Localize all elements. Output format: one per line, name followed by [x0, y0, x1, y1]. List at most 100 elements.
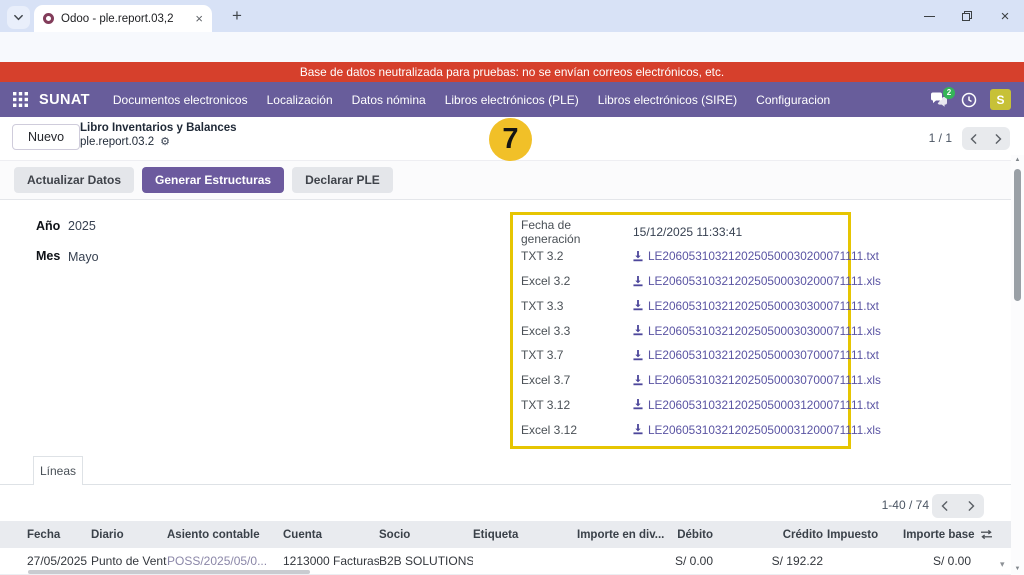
col-impuesto[interactable]: Impuesto — [827, 529, 903, 541]
cell-diario[interactable]: Punto de Venta — [91, 554, 167, 568]
col-diario[interactable]: Diario — [91, 529, 167, 541]
file-name: LE2060531032120250500031200071111.txt — [648, 398, 879, 412]
notebook-divider — [0, 484, 1024, 485]
record-name: ple.report.03.2 — [80, 136, 154, 148]
browser-tab[interactable]: Odoo - ple.report.03,2 × — [34, 5, 212, 32]
download-file-link[interactable]: LE2060531032120250500030200071111.xls — [633, 274, 881, 288]
file-row: Excel 3.7 LE2060531032120250500030700071… — [521, 368, 840, 393]
col-etiqueta[interactable]: Etiqueta — [473, 529, 577, 541]
month-label: Mes — [36, 249, 60, 263]
col-socio[interactable]: Socio — [379, 529, 473, 541]
cell-importe-base[interactable]: S/ 0.00 — [903, 554, 975, 568]
neutralized-database-banner: Base de datos neutralizada para pruebas:… — [0, 62, 1024, 82]
file-name: LE2060531032120250500030200071111.xls — [648, 274, 881, 288]
col-credito[interactable]: Crédito — [717, 529, 827, 541]
col-importe-divisa[interactable]: Importe en div... — [577, 529, 667, 541]
download-icon — [633, 300, 643, 311]
scroll-down-arrow[interactable]: ▼ — [1011, 566, 1024, 572]
restore-icon — [962, 11, 972, 21]
horizontal-scrollbar-thumb[interactable] — [28, 570, 310, 574]
new-record-button[interactable]: Nuevo — [12, 124, 80, 150]
col-asiento-contable[interactable]: Asiento contable — [167, 529, 283, 541]
menu-documentos-electronicos[interactable]: Documentos electronicos — [113, 93, 248, 107]
gear-icon[interactable]: ⚙ — [160, 137, 170, 148]
file-name: LE2060531032120250500030300071111.txt — [648, 299, 879, 313]
menu-libros-electronicos-ple[interactable]: Libros electrónicos (PLE) — [445, 93, 579, 107]
activities-clock-icon[interactable] — [961, 92, 977, 108]
generation-files-highlight-box: Fecha de generación 15/12/2025 11:33:41 … — [510, 212, 851, 449]
annotation-circle-7: 7 — [489, 118, 532, 161]
browser-tab-strip: Odoo - ple.report.03,2 × + × — [0, 0, 1024, 32]
row-dropdown-caret-icon[interactable]: ▾ — [1000, 559, 1005, 570]
file-name: LE2060531032120250500030200071111.txt — [648, 249, 879, 263]
download-file-link[interactable]: LE2060531032120250500030700071111.txt — [633, 348, 879, 362]
new-tab-button[interactable]: + — [226, 5, 248, 27]
file-label: Excel 3.2 — [521, 274, 633, 288]
file-label: Excel 3.3 — [521, 324, 633, 338]
tab-close-icon[interactable]: × — [195, 12, 203, 25]
messages-button[interactable]: 2 — [930, 92, 948, 108]
cell-socio[interactable]: B2B SOLUTIONS ... — [379, 554, 473, 568]
download-file-link[interactable]: LE2060531032120250500030300071111.xls — [633, 324, 881, 338]
cell-asiento-contable[interactable]: POSS/2025/05/0... — [167, 554, 283, 568]
pager-previous-button[interactable] — [962, 127, 986, 150]
breadcrumb-record: ple.report.03.2 ⚙ — [80, 136, 237, 148]
menu-datos-nomina[interactable]: Datos nómina — [352, 93, 426, 107]
breadcrumb: Libro Inventarios y Balances ple.report.… — [80, 122, 237, 148]
tab-lineas[interactable]: Líneas — [33, 456, 83, 485]
col-cuenta[interactable]: Cuenta — [283, 529, 379, 541]
generation-date-value: 15/12/2025 11:33:41 — [633, 225, 742, 239]
browser-toolbar: ← → democontable17.solse.pe/web#cids=1&m… — [0, 32, 1024, 62]
list-pager-next-button[interactable] — [958, 494, 984, 518]
menu-configuracion[interactable]: Configuracion — [756, 93, 830, 107]
col-debito[interactable]: Débito — [667, 529, 717, 541]
chevron-down-icon — [13, 12, 24, 23]
menu-localizacion[interactable]: Localización — [267, 93, 333, 107]
window-minimize-button[interactable] — [916, 4, 942, 28]
window-close-button[interactable]: × — [992, 4, 1018, 28]
navbar-systray: 2 S — [930, 89, 1011, 110]
cell-fecha[interactable]: 27/05/2025 — [27, 554, 91, 568]
adjust-columns-icon[interactable] — [975, 529, 997, 540]
scroll-up-arrow[interactable]: ▲ — [1011, 157, 1024, 163]
year-field[interactable]: 2025 — [68, 219, 96, 233]
download-icon — [633, 375, 643, 386]
month-field[interactable]: Mayo — [68, 250, 99, 264]
cell-credito[interactable]: S/ 192.22 — [717, 554, 827, 568]
vertical-scrollbar-thumb[interactable] — [1014, 169, 1021, 301]
file-row: Excel 3.2 LE2060531032120250500030200071… — [521, 269, 840, 294]
pager-next-button[interactable] — [986, 127, 1010, 150]
record-pager-text: 1 / 1 — [929, 131, 952, 145]
actualizar-datos-button[interactable]: Actualizar Datos — [14, 167, 134, 193]
menu-libros-electronicos-sire[interactable]: Libros electrónicos (SIRE) — [598, 93, 737, 107]
download-icon — [633, 424, 643, 435]
file-label: TXT 3.2 — [521, 249, 633, 263]
list-pager-previous-button[interactable] — [932, 494, 958, 518]
col-fecha[interactable]: Fecha — [27, 529, 91, 541]
apps-grid-icon[interactable] — [13, 92, 28, 107]
file-label: Excel 3.12 — [521, 423, 633, 437]
declarar-ple-button[interactable]: Declarar PLE — [292, 167, 393, 193]
download-icon — [633, 350, 643, 361]
download-file-link[interactable]: LE2060531032120250500030700071111.xls — [633, 373, 881, 387]
col-importe-base[interactable]: Importe base — [903, 529, 975, 541]
generar-estructuras-button[interactable]: Generar Estructuras — [142, 167, 284, 193]
tab-title: Odoo - ple.report.03,2 — [61, 13, 188, 25]
download-file-link[interactable]: LE2060531032120250500031200071111.txt — [633, 398, 879, 412]
file-row: TXT 3.12 LE20605310321202505000312000711… — [521, 393, 840, 418]
generation-date-row: Fecha de generación 15/12/2025 11:33:41 — [521, 219, 840, 244]
cell-cuenta[interactable]: 1213000 Facturas... — [283, 554, 379, 568]
download-file-link[interactable]: LE2060531032120250500030200071111.txt — [633, 249, 879, 263]
cell-debito[interactable]: S/ 0.00 — [667, 554, 717, 568]
tab-search-button[interactable] — [7, 6, 30, 29]
file-row: Excel 3.12 LE206053103212025050003120007… — [521, 417, 840, 442]
app-brand-sunat[interactable]: SUNAT — [39, 92, 90, 108]
vertical-scrollbar[interactable]: ▲ ▼ — [1011, 155, 1024, 575]
form-sheet: Año 2025 Mes Mayo Fecha de generación 15… — [0, 200, 1024, 455]
download-file-link[interactable]: LE2060531032120250500031200071111.xls — [633, 423, 881, 437]
breadcrumb-parent[interactable]: Libro Inventarios y Balances — [80, 122, 237, 134]
window-restore-button[interactable] — [954, 4, 980, 28]
messages-count-badge: 2 — [943, 87, 955, 99]
download-file-link[interactable]: LE2060531032120250500030300071111.txt — [633, 299, 879, 313]
user-avatar[interactable]: S — [990, 89, 1011, 110]
